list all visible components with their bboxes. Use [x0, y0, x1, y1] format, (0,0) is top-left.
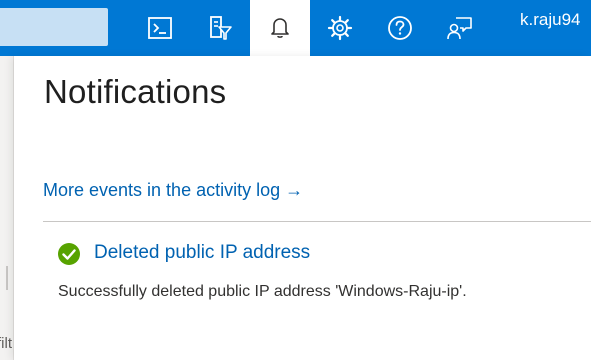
help-button[interactable]	[370, 0, 430, 56]
feedback-button[interactable]	[430, 0, 490, 56]
feedback-icon	[447, 17, 472, 40]
background-cropped-text: filt	[0, 335, 12, 352]
background-divider	[6, 266, 8, 290]
help-question-icon	[388, 16, 412, 40]
notifications-bell-icon	[271, 18, 289, 38]
divider	[43, 221, 591, 222]
activity-log-link[interactable]: More events in the activity log →	[43, 180, 303, 201]
settings-gear-icon	[327, 15, 353, 41]
directory-filter-icon	[210, 16, 232, 40]
notifications-panel: Notifications More events in the activit…	[14, 56, 591, 360]
cloud-shell-button[interactable]	[130, 0, 190, 56]
top-bar: k.raju94	[0, 0, 591, 56]
directory-filter-button[interactable]	[190, 0, 250, 56]
success-check-icon	[58, 243, 80, 265]
cloud-shell-icon	[148, 17, 172, 39]
notification-title[interactable]: Deleted public IP address	[94, 242, 310, 264]
panel-title: Notifications	[44, 73, 227, 110]
notification-description: Successfully deleted public IP address '…	[58, 283, 467, 300]
background-portal-strip: filt	[0, 56, 14, 360]
notifications-button[interactable]	[250, 0, 310, 56]
search-input[interactable]	[0, 8, 108, 46]
account-name[interactable]: k.raju94	[520, 10, 580, 30]
settings-button[interactable]	[310, 0, 370, 56]
